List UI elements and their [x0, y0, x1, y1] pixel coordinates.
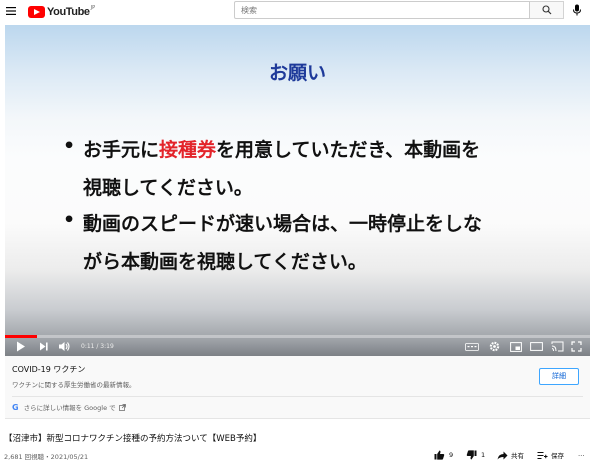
like-button[interactable]: 9: [434, 450, 453, 460]
theater-icon[interactable]: [530, 342, 543, 351]
share-icon: [497, 451, 508, 459]
cast-icon[interactable]: [551, 341, 564, 352]
save-button[interactable]: 保存: [537, 450, 564, 460]
time-display: 0:11 / 3:19: [81, 343, 114, 350]
subtitles-icon[interactable]: [465, 343, 479, 351]
menu-icon[interactable]: [5, 5, 17, 17]
google-info-link[interactable]: G さらに詳しい情報を Google で: [12, 402, 126, 412]
search-icon: [542, 5, 552, 15]
search-input[interactable]: 検索: [234, 1, 530, 19]
masthead: YouTube JP 検索: [0, 0, 600, 24]
more-actions-button[interactable]: …: [578, 450, 585, 458]
volume-icon[interactable]: [58, 341, 70, 352]
dislike-button[interactable]: 1: [466, 450, 485, 460]
view-count-date: 2,681 回視聴・2021/05/21: [4, 453, 89, 461]
covid-title: COVID-19 ワクチン: [12, 365, 86, 374]
external-link-icon: [118, 403, 126, 411]
share-button[interactable]: 共有: [497, 450, 524, 460]
player-controls: 0:11 / 3:19: [5, 338, 590, 356]
covid-divider: [12, 396, 583, 397]
like-icon: [434, 450, 445, 460]
video-title: 【沼津市】新型コロナワクチン接種の予約方法ついて【WEB予約】: [4, 434, 262, 444]
share-label: 共有: [511, 452, 524, 460]
video-player[interactable]: お願い • お手元に接種券を用意していただき、本動画を 視聴してください。 • …: [5, 25, 590, 356]
mic-icon[interactable]: [572, 4, 582, 16]
bullet-1-line-2: 視聴してください。: [83, 177, 253, 199]
save-icon: [537, 451, 548, 459]
logo-text: YouTube: [47, 6, 90, 18]
bullet-2-line-1: 動画のスピードが速い場合は、一時停止をしな: [83, 213, 483, 235]
bullet-1-highlight: 接種券: [159, 139, 217, 161]
logo-region: JP: [90, 5, 96, 11]
dislike-count: 1: [481, 451, 486, 459]
covid-description: ワクチンに関する厚生労働省の最新情報。: [12, 381, 136, 389]
search-button[interactable]: [530, 1, 564, 19]
fullscreen-icon[interactable]: [571, 341, 582, 352]
bullet-1-dot: •: [63, 135, 76, 157]
bullet-2-line-2: がら本動画を視聴してください。: [83, 251, 367, 273]
slide-title: お願い: [268, 62, 326, 84]
google-icon: G: [12, 402, 19, 412]
bullet-1-text-b: を用意していただき、本動画を: [216, 139, 481, 161]
youtube-logo-icon: [28, 6, 45, 18]
settings-icon[interactable]: [489, 341, 500, 352]
bullet-2-dot: •: [63, 209, 76, 231]
bullet-1-line-1: お手元に接種券を用意していただき、本動画を: [83, 135, 480, 162]
dislike-icon: [466, 450, 477, 460]
detail-button[interactable]: 詳細: [539, 368, 579, 385]
covid-info-panel: COVID-19 ワクチン ワクチンに関する厚生労働省の最新情報。 詳細 G さ…: [5, 356, 590, 419]
bullet-1-text-a: お手元に: [83, 139, 160, 161]
miniplayer-icon[interactable]: [510, 342, 522, 352]
next-icon[interactable]: [39, 341, 49, 352]
more-icon: …: [578, 450, 585, 458]
save-label: 保存: [551, 452, 564, 460]
google-link-text: さらに詳しい情報を Google で: [23, 404, 116, 412]
play-icon[interactable]: [16, 341, 26, 352]
like-count: 9: [449, 451, 454, 459]
youtube-logo[interactable]: YouTube JP: [28, 4, 95, 20]
